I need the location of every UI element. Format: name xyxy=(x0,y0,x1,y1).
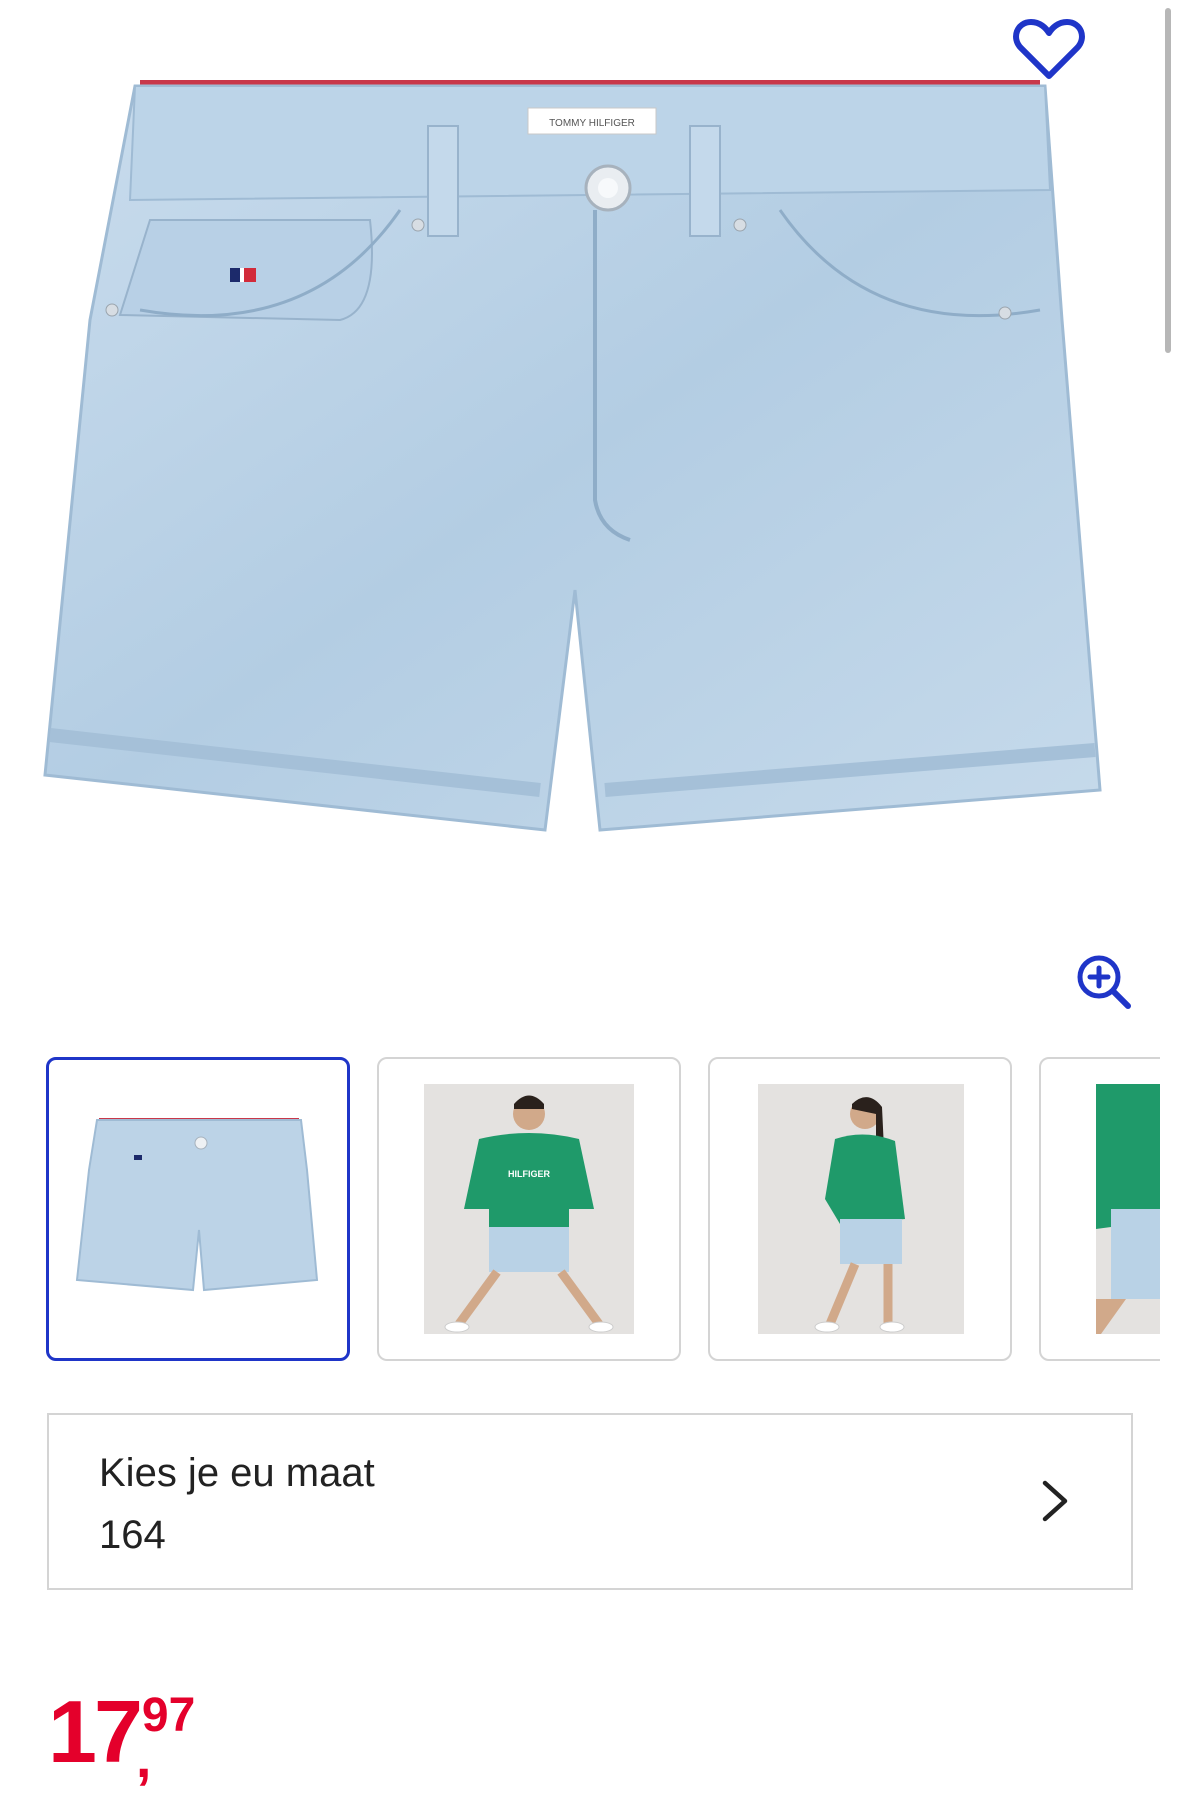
scrollbar[interactable] xyxy=(1165,8,1171,353)
brand-label: TOMMY HILFIGER xyxy=(549,118,635,129)
zoom-in-icon xyxy=(1077,955,1131,1009)
thumbnail-model-front[interactable]: HILFIGER xyxy=(377,1057,681,1361)
chevron-right-icon xyxy=(1042,1480,1068,1522)
favorite-button[interactable] xyxy=(1010,14,1088,86)
thumbnail-model-side[interactable] xyxy=(708,1057,1012,1361)
product-main-image[interactable]: TOMMY HILFIGER xyxy=(40,70,1140,910)
svg-text:HILFIGER: HILFIGER xyxy=(508,1169,550,1179)
size-selector-value: 164 xyxy=(99,1513,166,1557)
price-cents-wrapper: , 97 xyxy=(136,1692,195,1786)
zoom-button[interactable] xyxy=(1072,950,1136,1014)
denim-shorts-illustration: TOMMY HILFIGER xyxy=(43,80,1102,832)
product-price: 17 , 97 xyxy=(48,1682,195,1786)
thumbnail-model-closeup[interactable] xyxy=(1039,1057,1160,1361)
size-selector-label: Kies je eu maat xyxy=(99,1451,375,1495)
heart-icon xyxy=(1013,19,1085,79)
price-euros: 17 xyxy=(48,1682,143,1781)
product-page: TOMMY HILFIGER HILFIGER Kies je eu maat … xyxy=(0,0,1179,1801)
thumbnail-carousel[interactable]: HILFIGER xyxy=(46,1057,1160,1367)
price-separator: , xyxy=(135,1726,152,1789)
thumbnail-shorts-front[interactable] xyxy=(46,1057,350,1361)
size-selector[interactable]: Kies je eu maat 164 xyxy=(47,1413,1133,1590)
